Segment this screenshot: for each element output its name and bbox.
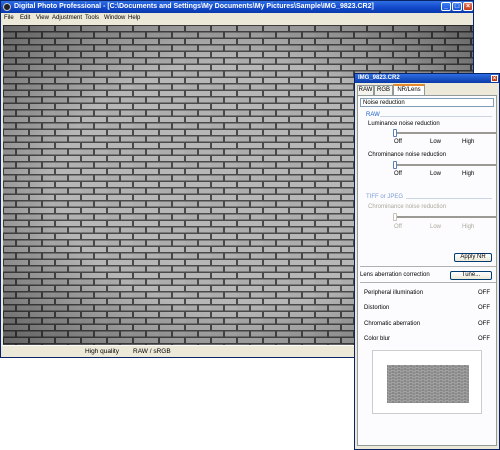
noise-reduction-header: Noise reduction	[360, 98, 494, 107]
tab-raw[interactable]: RAW	[357, 85, 374, 95]
chrominance-slider-thumb[interactable]	[393, 161, 397, 169]
menu-edit[interactable]: Edit	[20, 14, 30, 23]
color-blur-row: Color blur OFF	[364, 336, 490, 345]
status-color-space: RAW / sRGB	[133, 348, 171, 355]
tick-off: Off	[394, 139, 402, 145]
aberration-value: OFF	[478, 305, 490, 311]
tab-nr-lens[interactable]: NR/Lens	[393, 84, 425, 95]
menu-view[interactable]: View	[36, 14, 49, 23]
group-divider	[406, 198, 492, 199]
section-divider	[360, 282, 496, 283]
group-divider	[380, 116, 492, 117]
lens-aberration-header: Lens aberration correction	[360, 272, 430, 278]
title-bar[interactable]: Digital Photo Professional - [C:\Documen…	[1, 1, 473, 13]
menu-window[interactable]: Window	[104, 14, 125, 23]
peripheral-illumination-row: Peripheral illumination OFF	[364, 290, 490, 299]
aberration-name: Peripheral illumination	[364, 290, 424, 296]
tiff-jpeg-group-label: TIFF or JPEG	[366, 194, 404, 200]
tiff-chrominance-slider	[393, 213, 496, 221]
menu-help[interactable]: Help	[128, 14, 140, 23]
chrominance-label: Chrominance noise reduction	[368, 152, 447, 158]
tick-high: High	[462, 224, 475, 230]
tool-palette: IMG_9823.CR2 × RAW RGB NR/Lens Noise red…	[354, 73, 500, 450]
palette-close-button[interactable]: ×	[491, 75, 498, 82]
luminance-slider-thumb[interactable]	[393, 129, 397, 137]
luminance-label: Luminance noise reduction	[368, 121, 440, 127]
tick-off: Off	[394, 171, 402, 177]
close-button[interactable]: ×	[463, 2, 473, 11]
aberration-value: OFF	[478, 336, 490, 342]
section-divider	[360, 266, 496, 267]
chrominance-slider[interactable]	[393, 161, 496, 169]
tab-rgb[interactable]: RGB	[374, 85, 393, 95]
status-quality: High quality	[85, 348, 119, 355]
tick-low: Low	[430, 139, 442, 145]
aberration-value: OFF	[478, 321, 490, 327]
palette-title-bar[interactable]: IMG_9823.CR2 ×	[355, 74, 499, 83]
tick-low: Low	[430, 224, 442, 230]
luminance-slider[interactable]	[393, 129, 496, 137]
aberration-name: Color blur	[364, 336, 391, 342]
menu-tools[interactable]: Tools	[85, 14, 99, 23]
menu-file[interactable]: File	[4, 14, 14, 23]
tiff-chrominance-label: Chrominance noise reduction	[368, 204, 447, 210]
preview-thumbnail	[387, 365, 469, 403]
distortion-row: Distortion OFF	[364, 305, 490, 314]
tune-button[interactable]: Tune...	[450, 271, 492, 280]
menu-bar: File Edit View Adjustment Tools Window H…	[1, 13, 473, 24]
tiff-chrominance-slider-thumb	[393, 213, 397, 221]
tick-high: High	[462, 171, 475, 177]
tick-low: Low	[430, 171, 442, 177]
maximize-button[interactable]: □	[452, 2, 462, 11]
preview-thumbnail-frame	[372, 350, 482, 414]
tick-high: High	[462, 139, 475, 145]
menu-adjustment[interactable]: Adjustment	[52, 14, 82, 23]
aberration-name: Chromatic aberration	[364, 321, 421, 327]
minimize-button[interactable]: _	[441, 2, 451, 11]
window-title: Digital Photo Professional - [C:\Documen…	[14, 3, 374, 10]
aberration-name: Distortion	[364, 305, 390, 311]
nr-lens-panel: Noise reduction RAW Luminance noise redu…	[357, 95, 497, 446]
aberration-value: OFF	[478, 290, 490, 296]
palette-title: IMG_9823.CR2	[358, 75, 400, 81]
tick-off: Off	[394, 224, 402, 230]
chromatic-aberration-row: Chromatic aberration OFF	[364, 321, 490, 330]
apply-nr-button[interactable]: Apply NR	[454, 253, 492, 262]
raw-group-label: RAW	[366, 112, 380, 118]
app-icon	[3, 3, 11, 11]
